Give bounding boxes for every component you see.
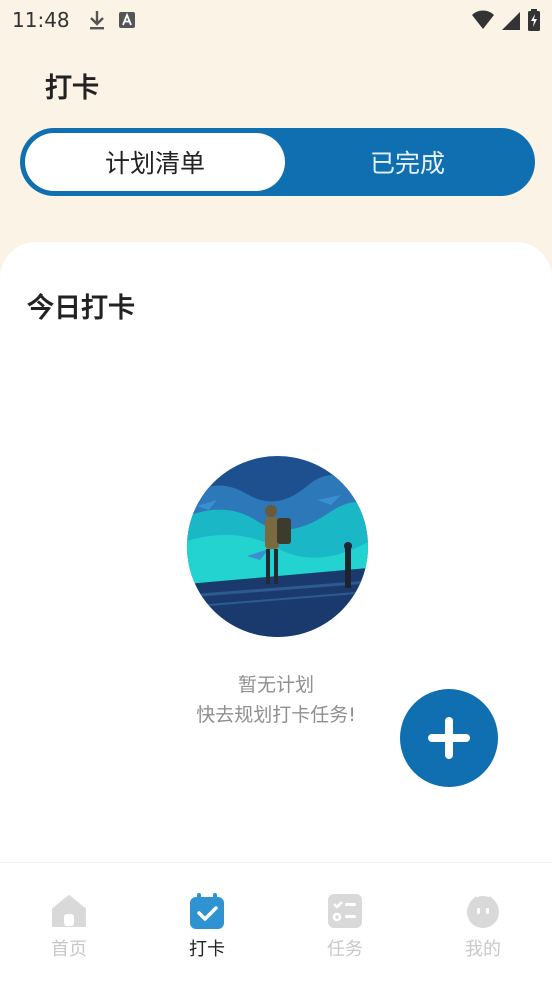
card-title: 今日打卡 [27,293,135,324]
a-badge-icon [118,12,135,28]
tab-tasks-label: 任务 [327,939,363,960]
tab-tasks[interactable]: 任务 [276,863,414,983]
status-bar: 11:48 [0,0,552,40]
profile-face-icon [465,893,501,929]
tab-plan-list[interactable]: 计划清单 [25,133,285,191]
today-checkin-card: 今日打卡 暂无计划 快去规划打卡任务! [0,242,552,862]
tab-checkin[interactable]: 打卡 [138,863,276,983]
status-icons-left [88,9,136,31]
page-title: 打卡 [45,73,99,104]
add-plan-button[interactable] [400,689,498,787]
status-time: 11:48 [12,8,70,32]
plus-icon [428,717,470,759]
tab-mine-label: 我的 [465,939,501,960]
tab-home-label: 首页 [51,939,87,960]
empty-state-illustration [187,456,368,637]
tab-home[interactable]: 首页 [0,863,138,983]
bottom-tab-bar: 首页 打卡 任务 我的 [0,862,552,983]
tab-completed[interactable]: 已完成 [285,133,530,191]
segmented-control: 计划清单 已完成 [20,128,535,196]
status-icons-right [472,9,540,31]
battery-icon [528,9,540,31]
tab-mine[interactable]: 我的 [414,863,552,983]
wifi-icon [472,10,494,29]
task-list-icon [327,893,363,929]
download-icon [89,11,104,30]
home-icon [51,893,87,929]
signal-icon [502,12,520,30]
calendar-check-icon [189,893,225,929]
tab-checkin-label: 打卡 [189,939,225,960]
